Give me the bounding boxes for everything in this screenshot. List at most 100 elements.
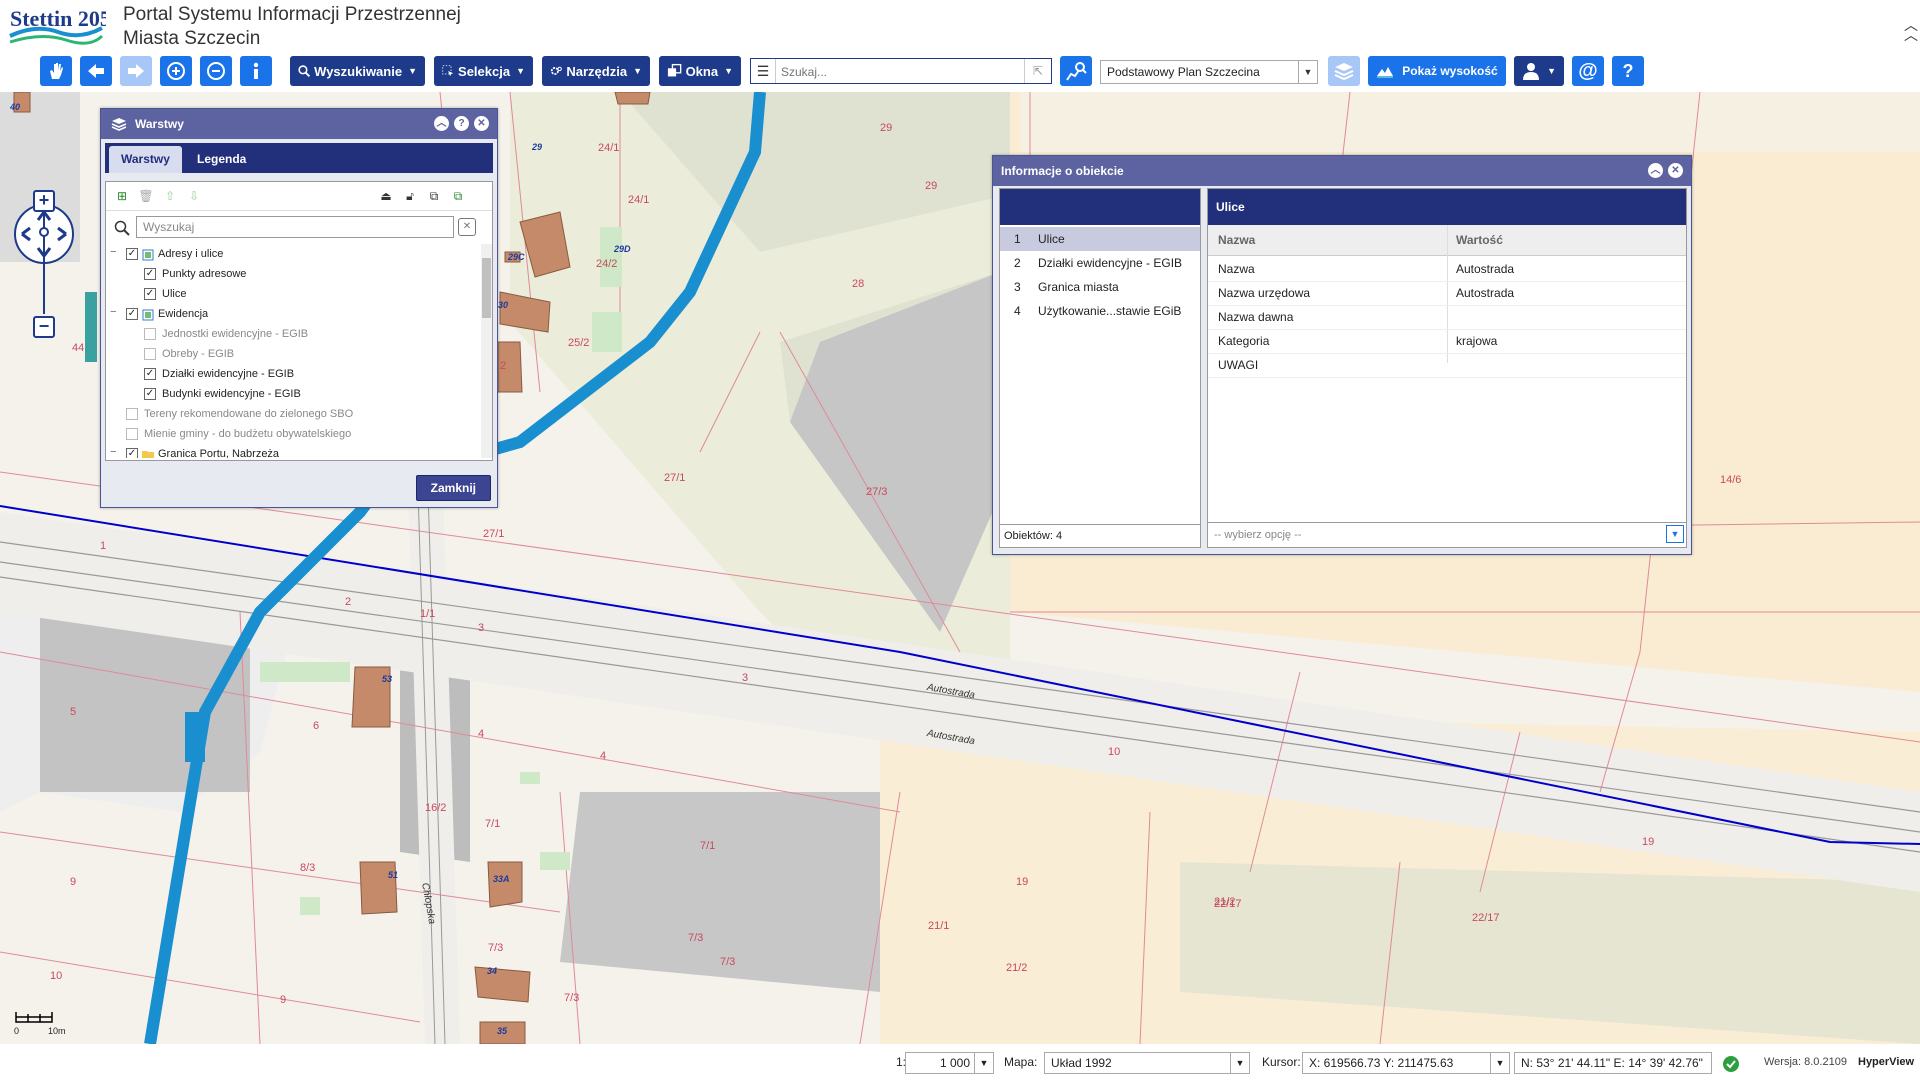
chevron-down-icon: ▼: [516, 66, 525, 76]
layer-checkbox[interactable]: ✓: [126, 308, 138, 320]
zoom-slider-handle[interactable]: [39, 227, 49, 237]
close-button[interactable]: Zamknij: [415, 475, 491, 501]
layer-checkbox[interactable]: ✓: [144, 368, 156, 380]
object-list-item[interactable]: 3 Granica miasta: [1000, 275, 1200, 299]
address-number: 30: [498, 300, 509, 310]
attribute-name: Nazwa dawna: [1218, 310, 1294, 324]
object-list-item[interactable]: 2 Działki ewidencyjne - EGIB: [1000, 251, 1200, 275]
chevron-down-icon: ▼: [724, 66, 733, 76]
chevron-down-icon: ▼: [1298, 61, 1317, 83]
object-info-header[interactable]: Informacje o obiekcie ︿ ✕: [993, 156, 1691, 186]
back-button[interactable]: [80, 56, 112, 86]
object-index: 3: [1014, 280, 1021, 294]
parcel-number: 21/1: [928, 920, 950, 932]
attribute-name: UWAGI: [1218, 358, 1259, 372]
copy-icon[interactable]: ⧉: [424, 187, 444, 205]
layers-button[interactable]: [1328, 56, 1360, 86]
address-number: 34: [487, 966, 498, 976]
map-zoom-out-button[interactable]: −: [33, 316, 55, 338]
collapse-icon[interactable]: ︿: [434, 116, 449, 131]
tab-layers[interactable]: Warstwy: [109, 146, 182, 173]
selection-menu-button[interactable]: Selekcja ▼: [434, 56, 533, 86]
layer-checkbox[interactable]: [144, 328, 156, 340]
menu-icon[interactable]: ☰: [751, 59, 776, 83]
attribute-name: Kategoria: [1218, 334, 1270, 348]
scale-input[interactable]: 1 000: [905, 1052, 977, 1074]
folder-icon: [142, 448, 154, 458]
tools-menu-button[interactable]: Narzędzia ▼: [542, 56, 650, 86]
go-icon[interactable]: ⇱: [1024, 59, 1051, 83]
parcel-number: 27/1: [483, 528, 505, 540]
chevron-down-icon[interactable]: ▼: [974, 1052, 994, 1074]
close-icon[interactable]: ✕: [474, 116, 489, 131]
collapse-icon[interactable]: ︿: [1648, 163, 1663, 178]
attribute-name: Nazwa urzędowa: [1218, 286, 1311, 300]
address-number: 33A: [493, 874, 510, 884]
layer-checkbox[interactable]: ✓: [126, 448, 138, 458]
search-menu-button[interactable]: Wyszukiwanie ▼: [290, 56, 425, 86]
help-icon[interactable]: ?: [454, 116, 469, 131]
layer-checkbox[interactable]: [126, 428, 138, 440]
forward-button[interactable]: [120, 56, 152, 86]
version-text: Wersja: 8.0.2109: [1764, 1056, 1847, 1068]
lock-icon[interactable]: 🔓︎: [400, 187, 420, 205]
chevron-down-icon[interactable]: ▼: [1230, 1052, 1250, 1074]
parcel-number: 2: [500, 360, 507, 372]
layer-checkbox[interactable]: ✓: [144, 268, 156, 280]
eject-icon[interactable]: ⏏: [376, 187, 396, 205]
layer-scrollbar[interactable]: [481, 244, 492, 458]
clear-icon[interactable]: ✕: [458, 218, 476, 236]
collapse-icon[interactable]: −: [110, 447, 120, 458]
layers-panel-header[interactable]: Warstwy ︿ ? ✕: [101, 109, 497, 139]
scroll-thumb[interactable]: [482, 258, 491, 318]
collapse-icon[interactable]: −: [110, 247, 120, 258]
object-list-item[interactable]: 4 Użytkowanie...stawie EGiB: [1000, 299, 1200, 323]
logo[interactable]: Stettin 2050: [6, 2, 122, 46]
move-up-icon[interactable]: ⇧: [160, 187, 180, 205]
show-elevation-button[interactable]: Pokaż wysokość: [1368, 56, 1506, 86]
search-input[interactable]: [779, 62, 1023, 82]
add-layer-icon[interactable]: ⊞: [112, 187, 132, 205]
pan-button[interactable]: [40, 56, 72, 86]
parcel-number: 3: [478, 622, 485, 634]
object-index: 1: [1014, 232, 1021, 246]
map-zoom-in-button[interactable]: +: [33, 190, 55, 212]
layer-checkbox[interactable]: [144, 348, 156, 360]
address-number: 53: [382, 674, 393, 684]
parcel-number: 28: [852, 278, 865, 290]
help-button[interactable]: ?: [1612, 56, 1644, 86]
chevron-down-icon[interactable]: ▼: [1490, 1052, 1510, 1074]
layer-checkbox[interactable]: ✓: [144, 288, 156, 300]
locate-button[interactable]: [1060, 56, 1092, 86]
parcel-number: 19: [1016, 876, 1029, 888]
delete-icon[interactable]: 🗑: [136, 187, 156, 205]
user-menu-button[interactable]: ▼: [1514, 56, 1564, 86]
layer-group-icon: [142, 308, 154, 321]
object-list-item[interactable]: 1 Ulice: [1000, 227, 1200, 251]
collapse-header-icon[interactable]: ︿ ︿: [1904, 18, 1918, 50]
parcel-number: 4: [478, 728, 485, 740]
chevron-down-icon: ▼: [1547, 66, 1556, 76]
tab-legend[interactable]: Legenda: [185, 146, 258, 173]
zoom-out-tool-button[interactable]: [200, 56, 232, 86]
crs-select[interactable]: Układ 1992: [1044, 1052, 1244, 1074]
layer-checkbox[interactable]: [126, 408, 138, 420]
close-icon[interactable]: ✕: [1668, 163, 1683, 178]
layer-search-input[interactable]: Wyszukaj: [136, 216, 454, 238]
option-select[interactable]: -- wybierz opcję -- ▼: [1208, 522, 1686, 547]
gear-icon: [550, 66, 562, 75]
windows-menu-button[interactable]: Okna ▼: [659, 56, 741, 86]
layer-checkbox[interactable]: ✓: [144, 388, 156, 400]
duplicate-icon[interactable]: ⧉: [448, 187, 468, 205]
info-button[interactable]: [240, 56, 272, 86]
windows-menu-label: Okna: [685, 63, 719, 79]
collapse-icon[interactable]: −: [110, 307, 120, 318]
map-label: Mapa:: [1004, 1055, 1038, 1069]
basemap-select[interactable]: Podstawowy Plan Szczecina ▼: [1100, 60, 1318, 84]
address-number: 40: [10, 102, 21, 112]
layer-checkbox[interactable]: ✓: [126, 248, 138, 260]
parcel-number: 7/1: [485, 818, 501, 830]
move-down-icon[interactable]: ⇩: [184, 187, 204, 205]
zoom-in-tool-button[interactable]: [160, 56, 192, 86]
email-button[interactable]: @: [1572, 56, 1604, 86]
